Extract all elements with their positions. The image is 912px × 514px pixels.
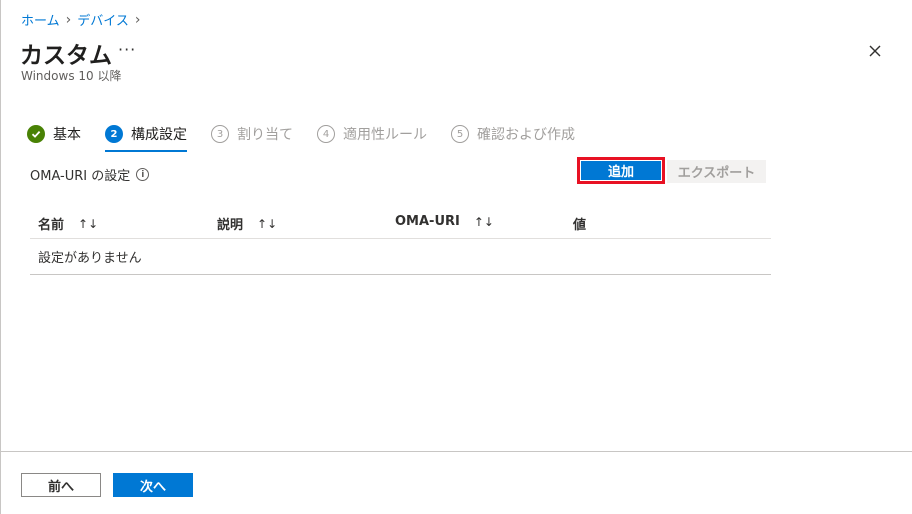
column-header-name[interactable]: 名前 ↑↓ bbox=[38, 214, 98, 234]
close-icon bbox=[869, 45, 881, 57]
wizard-steps: 基本 2 構成設定 3 割り当て 4 適用性ルール 5 確認および作成 bbox=[27, 119, 599, 152]
sort-icon[interactable]: ↑↓ bbox=[474, 215, 494, 229]
step-number-badge: 5 bbox=[451, 125, 469, 143]
sort-icon[interactable]: ↑↓ bbox=[257, 217, 277, 231]
step-number-badge: 2 bbox=[105, 125, 123, 143]
step-number-badge: 4 bbox=[317, 125, 335, 143]
step-configuration[interactable]: 2 構成設定 bbox=[105, 119, 187, 152]
step-label: 基本 bbox=[53, 127, 81, 143]
step-number-badge: 3 bbox=[211, 125, 229, 143]
sort-icon[interactable]: ↑↓ bbox=[78, 217, 98, 231]
step-review-create[interactable]: 5 確認および作成 bbox=[451, 119, 575, 149]
step-basics[interactable]: 基本 bbox=[27, 119, 81, 149]
step-label: 割り当て bbox=[237, 127, 293, 143]
oma-uri-settings-text: OMA-URI の設定 bbox=[30, 169, 131, 184]
previous-button[interactable]: 前へ bbox=[21, 473, 101, 497]
page-title: カスタム bbox=[20, 43, 112, 69]
chevron-right-icon: › bbox=[134, 11, 141, 28]
panel-left-border bbox=[0, 0, 1, 514]
step-label: 確認および作成 bbox=[477, 127, 575, 143]
step-assignments[interactable]: 3 割り当て bbox=[211, 119, 293, 149]
column-label: 説明 bbox=[217, 218, 244, 233]
column-header-oma-uri[interactable]: OMA-URI ↑↓ bbox=[395, 214, 494, 229]
info-icon[interactable]: i bbox=[136, 168, 150, 181]
column-header-value: 値 bbox=[573, 214, 586, 233]
add-button-label: 追加 bbox=[581, 161, 661, 180]
more-options-button[interactable]: ··· bbox=[118, 40, 136, 59]
oma-uri-settings-label: OMA-URI の設定 i bbox=[30, 165, 150, 184]
step-label: 構成設定 bbox=[131, 127, 187, 143]
step-applicability-rules[interactable]: 4 適用性ルール bbox=[317, 119, 427, 149]
add-button[interactable]: 追加 bbox=[577, 157, 665, 184]
column-header-description[interactable]: 説明 ↑↓ bbox=[217, 214, 277, 234]
breadcrumb-devices[interactable]: デバイス bbox=[77, 10, 129, 29]
checkmark-icon bbox=[27, 125, 45, 143]
table-empty-row: 設定がありません bbox=[30, 239, 771, 275]
close-button[interactable] bbox=[864, 40, 886, 62]
breadcrumb-home[interactable]: ホーム bbox=[21, 10, 60, 29]
column-label: OMA-URI bbox=[395, 214, 460, 229]
column-label: 名前 bbox=[38, 218, 65, 233]
column-label: 値 bbox=[573, 218, 587, 233]
breadcrumb: ホーム › デバイス › bbox=[21, 10, 141, 30]
footer-divider bbox=[0, 451, 912, 452]
page-subtitle: Windows 10 以降 bbox=[21, 69, 122, 83]
next-button[interactable]: 次へ bbox=[113, 473, 193, 497]
step-label: 適用性ルール bbox=[343, 127, 427, 143]
export-button[interactable]: エクスポート bbox=[667, 160, 766, 183]
oma-uri-table: 名前 ↑↓ 説明 ↑↓ OMA-URI ↑↓ 値 設定がありません bbox=[30, 204, 771, 275]
chevron-right-icon: › bbox=[65, 11, 72, 28]
table-header: 名前 ↑↓ 説明 ↑↓ OMA-URI ↑↓ 値 bbox=[30, 204, 771, 239]
